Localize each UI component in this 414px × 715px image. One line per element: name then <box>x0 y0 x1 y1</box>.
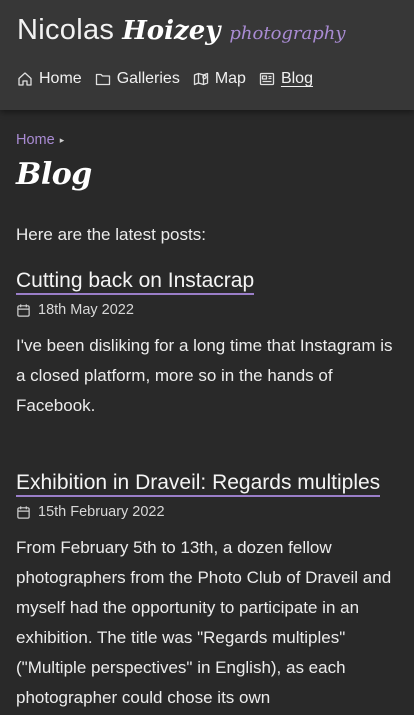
post-date: 18th May 2022 <box>16 302 398 318</box>
site-logo[interactable]: Nicolas Hoizey photography <box>17 14 397 54</box>
nav-item-label: Home <box>39 70 82 87</box>
map-icon <box>193 71 209 87</box>
news-icon <box>259 71 275 87</box>
post-item: Exhibition in Draveil: Regards multiples… <box>16 471 398 713</box>
breadcrumb-separator-icon: ▸ <box>59 134 65 145</box>
calendar-icon <box>16 303 31 318</box>
breadcrumb: Home ▸ <box>16 132 398 148</box>
main-nav: Home Galleries Map Blog <box>17 70 397 88</box>
page-intro: Here are the latest posts: <box>16 225 206 244</box>
nav-item-map[interactable]: Map <box>193 70 246 88</box>
site-tagline: photography <box>229 23 346 44</box>
post-excerpt: I've been disliking for a long time that… <box>16 336 393 415</box>
post-date: 15th February 2022 <box>16 504 398 520</box>
post-title-link[interactable]: Cutting back on Instacrap <box>16 269 255 295</box>
nav-item-home[interactable]: Home <box>17 70 82 88</box>
site-name-last: Hoizey <box>122 16 221 46</box>
post-excerpt: From February 5th to 13th, a dozen fello… <box>16 538 392 707</box>
breadcrumb-home-link[interactable]: Home <box>16 132 55 148</box>
nav-item-galleries[interactable]: Galleries <box>95 70 180 88</box>
main-content: Home ▸ Blog Here are the latest posts: C… <box>0 110 414 713</box>
site-header: Nicolas Hoizey photography Home Gallerie… <box>0 0 414 110</box>
calendar-icon <box>16 505 31 520</box>
home-icon <box>17 71 33 87</box>
nav-item-label: Map <box>214 70 246 87</box>
post-item: Cutting back on Instacrap 18th May 2022 … <box>16 269 398 421</box>
post-date-text: 18th May 2022 <box>38 302 134 318</box>
site-name-first: Nicolas <box>17 14 115 46</box>
page-title: Blog <box>16 157 92 192</box>
nav-item-label: Galleries <box>116 70 180 87</box>
nav-item-label: Blog <box>280 70 313 87</box>
nav-item-blog[interactable]: Blog <box>259 70 313 88</box>
folder-icon <box>95 71 111 87</box>
post-date-text: 15th February 2022 <box>38 504 165 520</box>
post-title-link[interactable]: Exhibition in Draveil: Regards multiples <box>16 471 381 497</box>
